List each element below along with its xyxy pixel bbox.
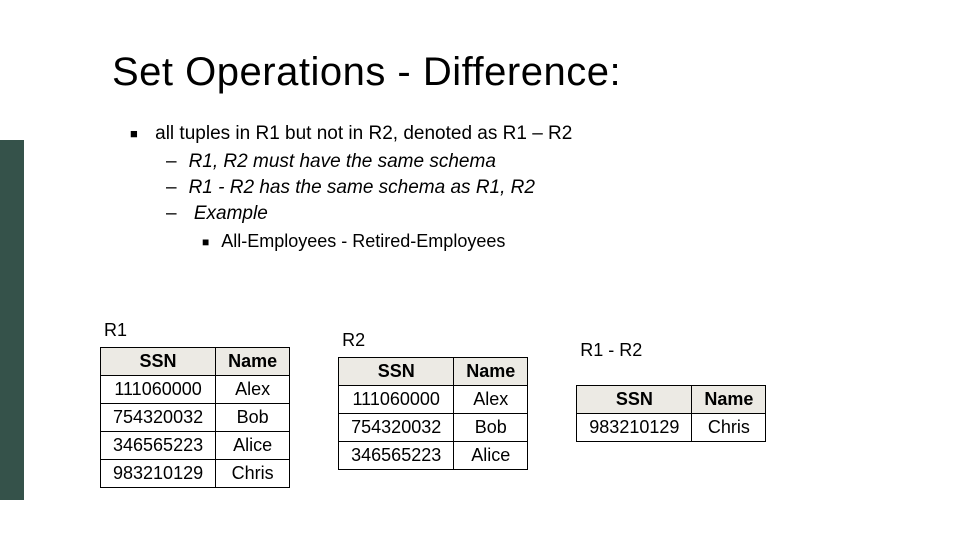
table-r2-wrap: R2 SSN Name 111060000 Alex 754320032 Bob… — [338, 330, 528, 470]
sub-bullet-list: R1, R2 must have the same schema R1 - R2… — [166, 151, 900, 252]
table-cell: 346565223 — [339, 442, 454, 470]
table-cell: Chris — [216, 460, 290, 488]
table-header: SSN — [339, 358, 454, 386]
table-cell: Alice — [454, 442, 528, 470]
sub-bullet-3: Example All-Employees - Retired-Employee… — [166, 203, 900, 252]
sub-bullet-1: R1, R2 must have the same schema — [166, 151, 900, 173]
table-row: SSN Name — [577, 386, 766, 414]
table-cell: Bob — [454, 414, 528, 442]
table-row: 754320032 Bob — [339, 414, 528, 442]
table-header: Name — [692, 386, 766, 414]
table-row: 346565223 Alice — [101, 432, 290, 460]
table-cell: Alex — [454, 386, 528, 414]
slide-title: Set Operations - Difference: — [112, 50, 900, 95]
accent-bar — [0, 140, 24, 500]
table-diff-wrap: R1 - R2 SSN Name 983210129 Chris — [576, 340, 766, 442]
sub-bullet-2: R1 - R2 has the same schema as R1, R2 — [166, 177, 900, 199]
table-row: SSN Name — [339, 358, 528, 386]
table-cell: Alice — [216, 432, 290, 460]
table-header: SSN — [577, 386, 692, 414]
table-header: SSN — [101, 348, 216, 376]
table-cell: 111060000 — [339, 386, 454, 414]
subsub-bullet-1: All-Employees - Retired-Employees — [202, 231, 900, 252]
bullet-list: all tuples in R1 but not in R2, denoted … — [130, 123, 900, 252]
table-r2: SSN Name 111060000 Alex 754320032 Bob 34… — [338, 357, 528, 470]
tables-area: R1 SSN Name 111060000 Alex 754320032 Bob… — [100, 320, 920, 488]
table-cell: 754320032 — [339, 414, 454, 442]
table-row: 983210129 Chris — [101, 460, 290, 488]
table-cell: Bob — [216, 404, 290, 432]
table-row: 111060000 Alex — [101, 376, 290, 404]
table-cell: 754320032 — [101, 404, 216, 432]
table-r1-wrap: R1 SSN Name 111060000 Alex 754320032 Bob… — [100, 320, 290, 488]
table-row: SSN Name — [101, 348, 290, 376]
table-diff-label: R1 - R2 — [580, 340, 766, 361]
table-cell: 983210129 — [101, 460, 216, 488]
subsub-bullet-list: All-Employees - Retired-Employees — [202, 231, 900, 252]
table-header: Name — [454, 358, 528, 386]
table-cell: 111060000 — [101, 376, 216, 404]
table-cell: 983210129 — [577, 414, 692, 442]
table-row: 111060000 Alex — [339, 386, 528, 414]
bullet-main: all tuples in R1 but not in R2, denoted … — [130, 123, 900, 252]
table-row: 983210129 Chris — [577, 414, 766, 442]
table-cell: Chris — [692, 414, 766, 442]
table-r1-label: R1 — [104, 320, 290, 341]
table-r1: SSN Name 111060000 Alex 754320032 Bob 34… — [100, 347, 290, 488]
table-cell: 346565223 — [101, 432, 216, 460]
table-cell: Alex — [216, 376, 290, 404]
table-header: Name — [216, 348, 290, 376]
table-diff: SSN Name 983210129 Chris — [576, 385, 766, 442]
table-row: 346565223 Alice — [339, 442, 528, 470]
sub-bullet-3-text: Example — [194, 203, 268, 224]
table-r2-label: R2 — [342, 330, 528, 351]
slide: Set Operations - Difference: all tuples … — [0, 0, 960, 540]
bullet-main-text: all tuples in R1 but not in R2, denoted … — [155, 123, 572, 144]
table-row: 754320032 Bob — [101, 404, 290, 432]
